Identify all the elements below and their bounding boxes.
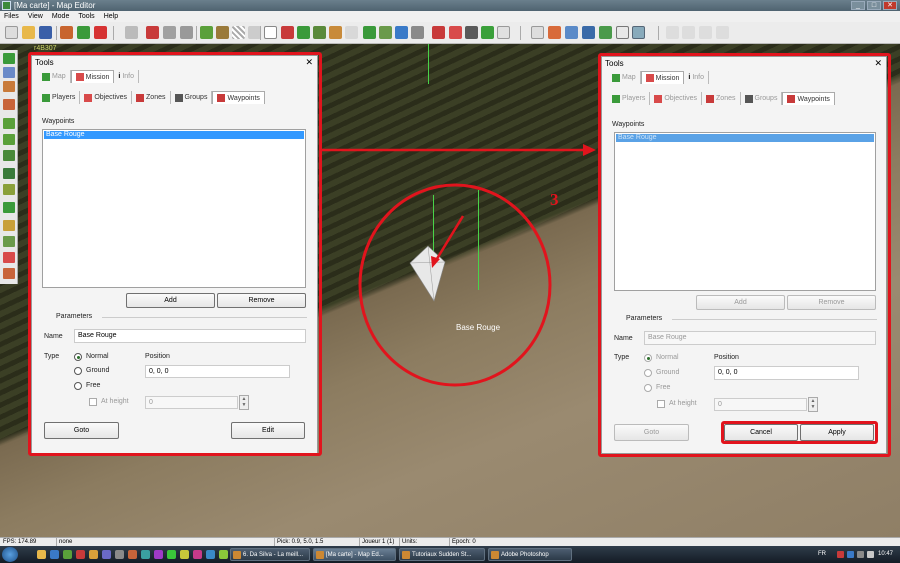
quicklaunch-icon[interactable] [37,550,46,559]
quicklaunch-icon[interactable] [128,550,137,559]
status-epoch: Epoch: 0 [449,538,476,546]
tray-icon[interactable] [837,551,844,558]
quicklaunch-icon[interactable] [102,550,111,559]
highlight-circle [358,183,552,387]
taskbar-item-active[interactable]: [Ma carte] - Map Ed... [313,548,396,561]
arrow-to-marker [433,215,465,263]
status-fps: FPS: 174.89 [3,539,37,545]
quicklaunch-icon[interactable] [115,550,124,559]
status-mode: none [56,538,72,546]
quicklaunch-icon[interactable] [50,550,59,559]
taskbar-item[interactable]: Tutoriaux Sudden St... [399,548,485,561]
start-button[interactable] [2,547,18,562]
status-units: Units: [399,538,417,546]
taskbar-item[interactable]: Adobe Photoshop [488,548,572,561]
highlight-right-panel [598,53,891,457]
status-pick: Pick: 0.9, 5.0, 1.5 [274,538,323,546]
map-object-label: Base Rouge [456,323,501,332]
quicklaunch-icon[interactable] [219,550,228,559]
taskbar: 6. Da Silva - La meill... [Ma carte] - M… [0,546,900,563]
quicklaunch-icon[interactable] [141,550,150,559]
tray-icon[interactable] [847,551,854,558]
highlight-left-panel [28,52,322,456]
tray-icon[interactable] [857,551,864,558]
arrowhead [583,144,596,156]
quicklaunch-icon[interactable] [193,550,202,559]
taskbar-item[interactable]: 6. Da Silva - La meill... [230,548,310,561]
status-bar: FPS: 174.89 none Pick: 0.9, 5.0, 1.5 Jou… [0,537,900,546]
quicklaunch-icon[interactable] [180,550,189,559]
quicklaunch-icon[interactable] [167,550,176,559]
quicklaunch-icon[interactable] [154,550,163,559]
step-number-3: 3 [550,190,559,209]
quicklaunch-icon[interactable] [89,550,98,559]
tray-icon[interactable] [867,551,874,558]
quicklaunch-icon[interactable] [63,550,72,559]
clock: 10:47 [878,551,894,557]
system-tray: FR 10:47 [812,546,900,563]
quicklaunch-icon[interactable] [76,550,85,559]
quicklaunch-icon[interactable] [206,550,215,559]
language-indicator[interactable]: FR [818,546,826,563]
status-player: Joueur 1 (1) [359,538,394,546]
